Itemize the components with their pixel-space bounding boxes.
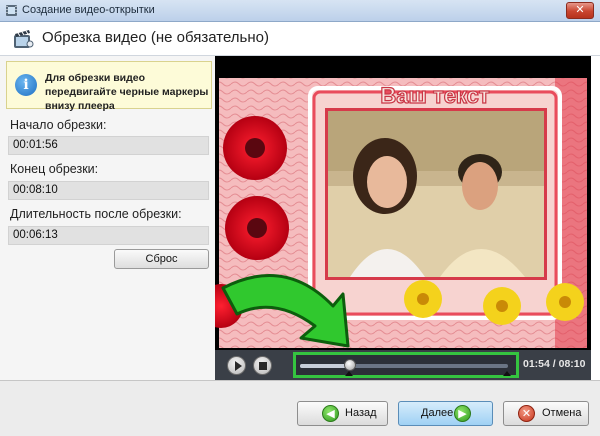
- red-flower-top: [223, 116, 287, 180]
- trim-start-marker[interactable]: [345, 371, 353, 376]
- trim-end-label: Конец обрезки:: [10, 162, 99, 176]
- timeline-played: [300, 364, 350, 368]
- trim-end-marker[interactable]: [503, 371, 511, 376]
- window-titlebar: Создание видео-открытки ✕: [0, 0, 600, 22]
- cancel-button-label: Отмена: [542, 407, 582, 419]
- hint-text: Для обрезки видео передвигайте черные ма…: [45, 72, 209, 112]
- play-icon: [235, 361, 242, 371]
- window-title: Создание видео-открытки: [22, 4, 155, 16]
- navigation-bar: ◀ Назад Далее ▶ ✕ Отмена: [0, 380, 600, 436]
- back-arrow-icon: ◀: [322, 405, 339, 422]
- cancel-x-icon: ✕: [518, 405, 535, 422]
- duration-label: Длительность после обрезки:: [10, 207, 182, 221]
- video-frame: Ваш текст: [215, 78, 587, 348]
- info-icon: i: [15, 74, 37, 96]
- next-arrow-icon: ▶: [454, 405, 471, 422]
- duration-field[interactable]: 00:06:13: [8, 226, 209, 245]
- back-button[interactable]: ◀ Назад: [297, 401, 388, 426]
- trim-start-field[interactable]: 00:01:56: [8, 136, 209, 155]
- film-strip-icon: [6, 5, 17, 16]
- trim-settings-panel: i Для обрезки видео передвигайте черные …: [0, 56, 215, 380]
- next-button[interactable]: Далее ▶: [398, 401, 493, 426]
- video-preview: Ваш текст: [215, 56, 591, 380]
- play-button[interactable]: [227, 356, 246, 375]
- page-header: Обрезка видео (не обязательно): [0, 22, 600, 56]
- stop-icon: [259, 362, 267, 370]
- player-controls: 01:54 / 08:10: [215, 350, 591, 380]
- timecode: 01:54 / 08:10: [523, 358, 586, 370]
- next-button-label: Далее: [421, 407, 454, 419]
- reset-button[interactable]: Сброс: [114, 249, 209, 269]
- back-button-label: Назад: [345, 407, 377, 419]
- playhead-knob[interactable]: [343, 359, 356, 371]
- page-title: Обрезка видео (не обязательно): [42, 29, 269, 46]
- window-close-button[interactable]: ✕: [566, 2, 594, 19]
- overlay-text: Ваш текст: [380, 83, 490, 108]
- timeline-track[interactable]: [300, 364, 508, 368]
- stop-button[interactable]: [253, 356, 272, 375]
- red-flower-bottom: [225, 196, 289, 260]
- film-clapper-icon: [14, 30, 34, 48]
- cancel-button[interactable]: ✕ Отмена: [503, 401, 589, 426]
- trim-start-label: Начало обрезки:: [10, 118, 107, 132]
- hint-box: i Для обрезки видео передвигайте черные …: [6, 61, 212, 112]
- timeline-highlight: [293, 352, 519, 378]
- trim-end-field[interactable]: 00:08:10: [8, 181, 209, 200]
